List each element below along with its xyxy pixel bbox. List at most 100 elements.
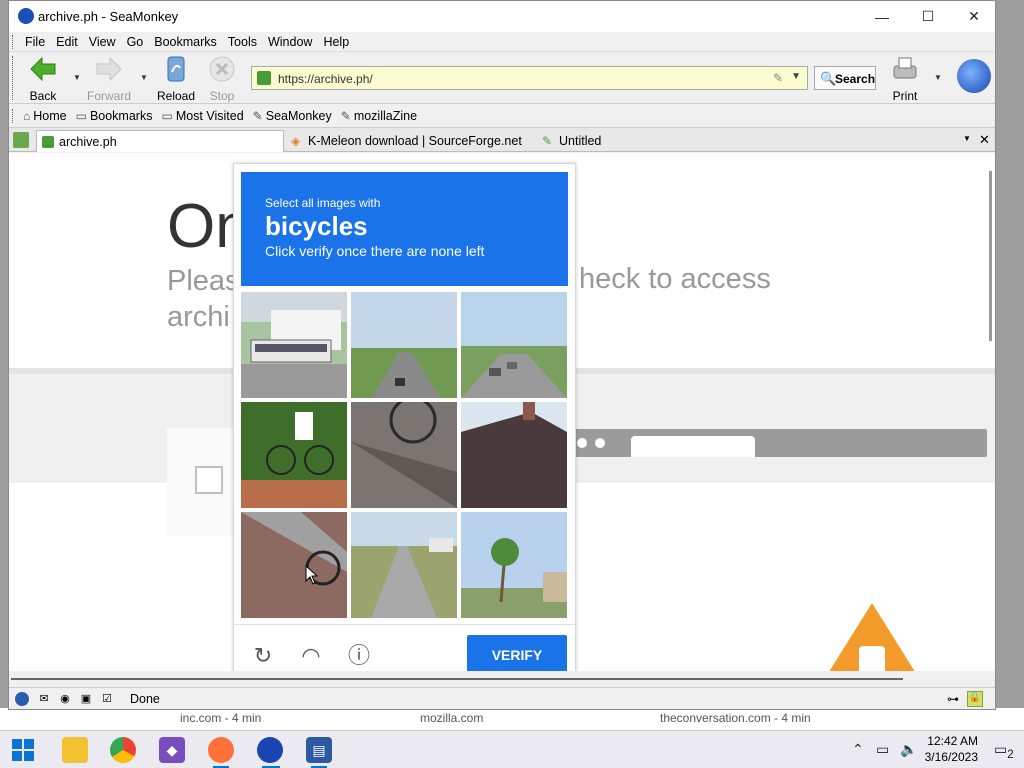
url-dropdown-icon[interactable]: ▼ <box>791 71 801 82</box>
composer-icon[interactable]: ▣ <box>79 692 93 706</box>
verify-button[interactable]: VERIFY <box>467 635 567 671</box>
search-label: Search <box>835 72 876 86</box>
online-globe-icon[interactable] <box>15 692 29 706</box>
bookmark-most-visited[interactable]: ▭ Most Visited <box>161 109 243 123</box>
system-clock[interactable]: 12:42 AM 3/16/2023 <box>924 733 978 765</box>
captcha-tile-bus-at-intersection[interactable] <box>241 292 347 398</box>
seamonkey-app-icon <box>18 8 34 24</box>
title-bar: archive.ph - SeaMonkey — ☐ ✕ <box>9 1 995 32</box>
horizontal-scrollbar[interactable] <box>9 671 995 687</box>
url-text[interactable]: https://archive.ph/ <box>278 72 373 86</box>
status-bar: ✉ ◉ ▣ ☑ Done ⊶ 🔒 <box>9 687 995 709</box>
visual-studio-icon[interactable]: ◆ <box>159 737 185 763</box>
app-window-icon[interactable]: ▤ <box>306 737 332 763</box>
back-label: Back <box>29 89 57 103</box>
captcha-tile-bicycle-wheel-shadow[interactable] <box>351 402 457 508</box>
bookmarks-toolbar: ⌂ Home ▭ Bookmarks ▭ Most Visited ✎ SeaMonke… <box>9 104 995 128</box>
back-dropdown-icon[interactable]: ▼ <box>73 73 81 82</box>
captcha-checkbox[interactable] <box>195 466 223 494</box>
bookmark-most-visited-label: Most Visited <box>175 108 244 123</box>
seamonkey-taskbar-icon[interactable] <box>257 737 283 763</box>
captcha-tile-bicycle-on-brick-sidewalk[interactable] <box>241 512 347 618</box>
notification-center-icon[interactable]: ▭2 <box>994 741 1014 761</box>
tab-favicon <box>42 136 54 148</box>
bookmark-mozillazine[interactable]: ✎ mozillaZine <box>341 109 417 123</box>
reload-challenge-icon[interactable]: ↻ <box>250 643 276 669</box>
captcha-tile-palm-trees-street[interactable] <box>461 512 567 618</box>
tab-untitled[interactable]: ✎ Untitled <box>537 130 787 152</box>
maximize-button[interactable]: ☐ <box>905 1 951 32</box>
bg-link-3: theconversation.com - 4 min <box>660 711 811 725</box>
page-subtext-line1: Pleas <box>167 265 240 297</box>
network-icon[interactable]: ▭ <box>876 741 889 758</box>
bg-link-2: mozilla.com <box>420 711 484 725</box>
vertical-scrollbar[interactable] <box>989 171 992 341</box>
folder-icon: ▭ <box>161 108 173 123</box>
captcha-tile-house-roof[interactable] <box>461 402 567 508</box>
navigation-toolbar: Back ▼ Forward ▼ Reload Stop https://arc… <box>9 52 995 104</box>
chat-icon[interactable]: ◉ <box>58 692 72 706</box>
volume-icon[interactable]: 🔈 <box>900 741 917 758</box>
info-icon[interactable]: ⓘ <box>346 643 372 669</box>
bookmark-home[interactable]: ⌂ Home <box>23 109 67 123</box>
forward-dropdown-icon[interactable]: ▼ <box>140 73 148 82</box>
menu-edit[interactable]: Edit <box>56 35 78 49</box>
bookmark-icon: ✎ <box>252 108 263 123</box>
bookmark-pen-icon[interactable]: ✎ <box>773 71 783 85</box>
page-subtext-line2: archi <box>167 301 230 333</box>
forward-button[interactable]: Forward <box>87 54 131 103</box>
stop-button[interactable]: Stop <box>206 54 238 103</box>
bookmark-home-label: Home <box>33 108 67 123</box>
tray-overflow-chevron-icon[interactable]: ⌃ <box>852 741 864 758</box>
illustration-dot <box>595 438 605 448</box>
menu-go[interactable]: Go <box>127 35 144 49</box>
bookmark-mozillazine-label: mozillaZine <box>353 108 418 123</box>
firefox-icon[interactable] <box>208 737 234 763</box>
captcha-tile-empty-road-with-truck[interactable] <box>351 512 457 618</box>
menu-file[interactable]: File <box>25 35 45 49</box>
tab-archive[interactable]: archive.ph <box>36 130 284 152</box>
file-explorer-icon[interactable] <box>62 737 88 763</box>
seamonkey-throbber-logo <box>957 59 991 93</box>
menu-tools[interactable]: Tools <box>228 35 257 49</box>
browser-illustration <box>569 429 987 457</box>
stop-label: Stop <box>209 89 235 103</box>
close-tab-icon[interactable]: ✕ <box>979 132 990 148</box>
security-lock-icon[interactable]: 🔒 <box>967 691 983 707</box>
horizontal-scroll-thumb[interactable] <box>11 678 903 680</box>
close-button[interactable]: ✕ <box>951 1 997 32</box>
audio-challenge-icon[interactable]: ◠ <box>298 643 324 669</box>
print-dropdown-icon[interactable]: ▼ <box>934 73 942 82</box>
print-button[interactable]: Print <box>889 54 921 103</box>
untitled-tab-icon: ✎ <box>542 134 553 148</box>
menu-window[interactable]: Window <box>268 35 312 49</box>
reload-button[interactable]: Reload <box>156 54 196 103</box>
search-icon: 🔍 <box>820 71 837 86</box>
new-tab-icon[interactable] <box>13 132 29 148</box>
mail-icon[interactable]: ✉ <box>37 692 51 706</box>
menu-help[interactable]: Help <box>323 35 349 49</box>
back-button[interactable]: Back <box>25 54 61 103</box>
menu-view[interactable]: View <box>89 35 116 49</box>
minimize-button[interactable]: — <box>859 1 905 32</box>
captcha-challenge: Select all images with bicycles Click ve… <box>233 163 576 671</box>
connection-plug-icon: ⊶ <box>947 692 959 706</box>
chrome-icon[interactable] <box>110 737 136 763</box>
page-subtext-right: heck to access <box>579 263 771 295</box>
search-button[interactable]: 🔍 Search <box>814 66 876 90</box>
reload-label: Reload <box>156 89 196 103</box>
menu-bookmarks[interactable]: Bookmarks <box>154 35 217 49</box>
bookmark-seamonkey[interactable]: ✎ SeaMonkey <box>253 109 332 123</box>
windows-start-icon[interactable] <box>12 739 34 761</box>
url-bar[interactable]: https://archive.ph/ ✎ ▼ <box>251 66 808 90</box>
bookmark-icon: ✎ <box>340 108 351 123</box>
tab-list-dropdown-icon[interactable]: ▼ <box>963 134 971 143</box>
captcha-tile-road-with-traffic-lights[interactable] <box>351 292 457 398</box>
bookmark-bookmarks[interactable]: ▭ Bookmarks <box>76 109 153 123</box>
captcha-target: bicycles <box>265 211 368 241</box>
captcha-tile-cyclist-on-grass[interactable] <box>241 402 347 508</box>
addressbook-icon[interactable]: ☑ <box>100 692 114 706</box>
tab-kmeleon[interactable]: ◈ K-Meleon download | SourceForge.net <box>286 130 536 152</box>
site-favicon <box>257 71 271 85</box>
captcha-tile-street-with-cars[interactable] <box>461 292 567 398</box>
